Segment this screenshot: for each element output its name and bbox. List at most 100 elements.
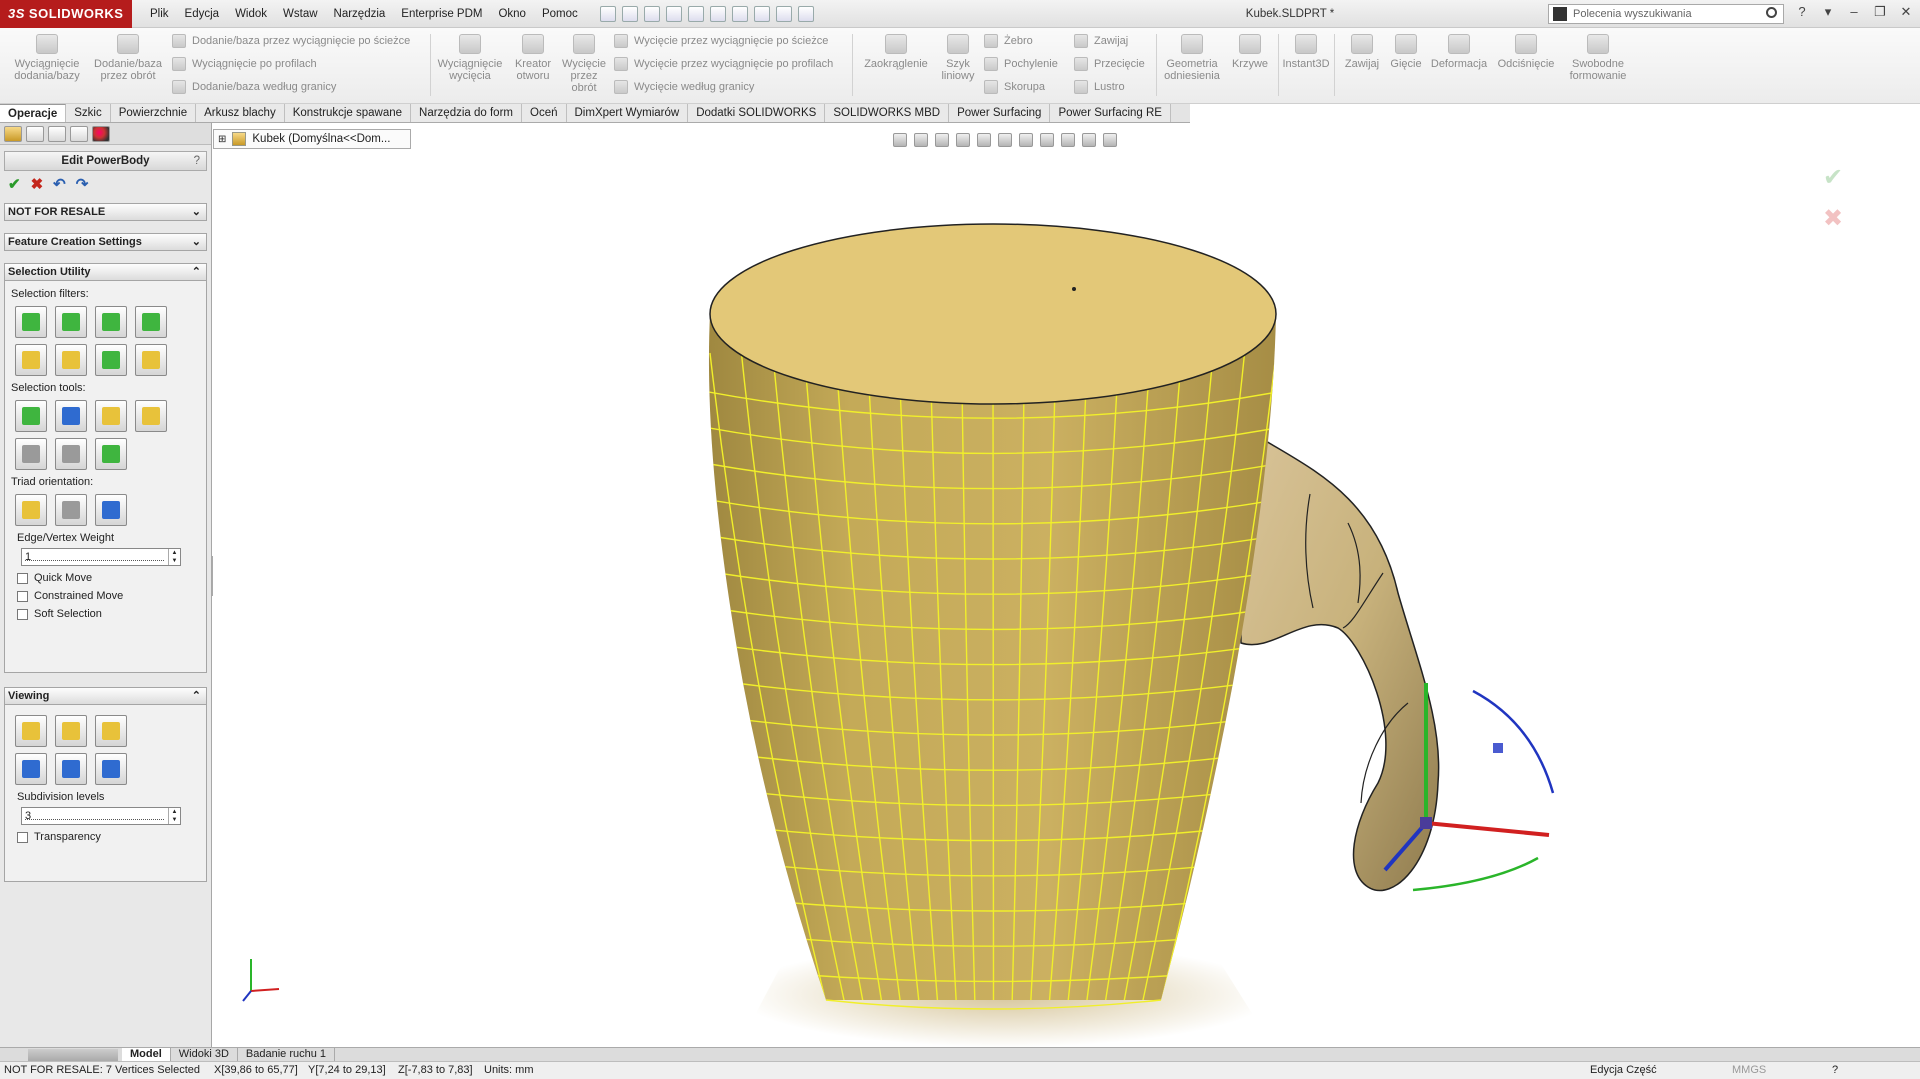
close-icon[interactable]: ✕ — [1898, 4, 1914, 20]
section-view-icon[interactable] — [956, 133, 970, 147]
tab-evaluate[interactable]: Oceń — [522, 104, 567, 122]
open-icon[interactable] — [643, 5, 660, 22]
view-smooth-icon[interactable] — [55, 715, 87, 747]
property-manager-tab-icon[interactable] — [26, 126, 44, 142]
mug-top-face[interactable] — [709, 223, 1277, 405]
configuration-manager-tab-icon[interactable] — [48, 126, 66, 142]
filter-faces-icon[interactable] — [55, 306, 87, 338]
help-icon[interactable]: ? — [194, 152, 200, 170]
flex-button[interactable]: Gięcie — [1386, 28, 1426, 70]
select-down-icon[interactable] — [55, 438, 87, 470]
linear-pattern-button[interactable]: Szyk liniowy — [934, 28, 982, 82]
feature-tree-flyout[interactable]: ⊞ Kubek (Domyślna<<Dom... — [213, 129, 411, 149]
show-control-points-icon[interactable] — [15, 753, 47, 785]
minimize-icon[interactable]: – — [1846, 4, 1862, 20]
tab-weldments[interactable]: Konstrukcje spawane — [284, 104, 412, 122]
expand-icon[interactable]: ⊞ — [218, 134, 226, 145]
select-body-icon[interactable] — [95, 344, 127, 376]
soft-selection-checkbox[interactable]: Soft Selection — [17, 608, 194, 620]
tab-dimxpert[interactable]: DimXpert Wymiarów — [566, 104, 689, 122]
boundary-boss-button[interactable]: Dodanie/baza według granicy — [172, 80, 336, 94]
triad-rotate-ring[interactable] — [1412, 856, 1539, 892]
swept-boss-button[interactable]: Dodanie/baza przez wyciągnięcie po ścież… — [172, 34, 410, 48]
undo-icon[interactable]: ↶ — [53, 177, 66, 193]
triad-view-icon[interactable] — [95, 494, 127, 526]
reference-geometry-button[interactable]: Geometria odniesienia — [1160, 28, 1224, 82]
help-icon[interactable]: ? — [1832, 1062, 1838, 1079]
previous-view-icon[interactable] — [935, 133, 949, 147]
select-faces-icon[interactable] — [95, 438, 127, 470]
tab-motion-study[interactable]: Badanie ruchu 1 — [238, 1048, 336, 1061]
zoom-to-fit-icon[interactable] — [893, 133, 907, 147]
select-all-icon[interactable] — [15, 400, 47, 432]
dimxpert-manager-tab-icon[interactable] — [70, 126, 88, 142]
help-icon[interactable]: ? — [1794, 4, 1810, 20]
print-icon[interactable] — [687, 5, 704, 22]
menu-help[interactable]: Pomoc — [534, 0, 586, 28]
tab-power-surfacing-re[interactable]: Power Surfacing RE — [1050, 104, 1171, 122]
weight-slider-track[interactable] — [25, 560, 164, 563]
confirm-ok-icon[interactable]: ✔ — [1823, 163, 1843, 192]
subdivision-levels-spinner[interactable]: 3 ▲ ▼ — [21, 807, 181, 825]
new-document-icon[interactable] — [621, 5, 638, 22]
tab-navigation-arrows[interactable] — [28, 1048, 118, 1061]
spinner-arrows-icon[interactable]: ▲ ▼ — [168, 549, 180, 565]
revolved-cut-button[interactable]: Wycięcie przez obrót — [560, 28, 608, 94]
triad-local-icon[interactable] — [15, 494, 47, 526]
tab-sketch[interactable]: Szkic — [66, 104, 111, 122]
menu-enterprise-pdm[interactable]: Enterprise PDM — [393, 0, 490, 28]
lofted-boss-button[interactable]: Wyciągnięcie po profilach — [172, 57, 317, 71]
spinner-arrows-icon[interactable]: ▲ ▼ — [168, 808, 180, 824]
revolve-boss-button[interactable]: Dodanie/baza przez obrót — [90, 28, 166, 82]
filter-edges-icon[interactable] — [15, 306, 47, 338]
curves-button[interactable]: Krzywe — [1226, 28, 1274, 70]
search-input[interactable]: Polecenia wyszukiwania — [1548, 4, 1784, 24]
select-loop-icon[interactable] — [15, 344, 47, 376]
constrained-move-checkbox[interactable]: Constrained Move — [17, 590, 194, 602]
chevron-up-icon[interactable]: ⌃ — [192, 264, 201, 280]
filter-vertices-icon[interactable] — [135, 306, 167, 338]
select-up-icon[interactable] — [15, 438, 47, 470]
tab-addins[interactable]: Dodatki SOLIDWORKS — [688, 104, 826, 122]
extruded-cut-button[interactable]: Wyciągnięcie wycięcia — [436, 28, 504, 82]
menu-window[interactable]: Okno — [490, 0, 534, 28]
menu-file[interactable]: Plik — [142, 0, 177, 28]
undo-icon[interactable] — [709, 5, 726, 22]
tab-3d-views[interactable]: Widoki 3D — [171, 1048, 238, 1061]
solidworks-logo[interactable]: 3S SOLIDWORKS — [0, 0, 132, 28]
wrap-button[interactable]: Zawijaj — [1074, 34, 1128, 48]
redo-icon[interactable]: ↷ — [76, 177, 89, 193]
search-icon[interactable] — [1766, 7, 1777, 18]
tab-surfaces[interactable]: Powierzchnie — [110, 104, 197, 122]
extrude-boss-button[interactable]: Wyciągnięcie dodania/bazy — [8, 28, 86, 82]
show-edges-icon[interactable] — [55, 753, 87, 785]
tab-features[interactable]: Operacje — [0, 104, 67, 122]
group-feature-creation-settings[interactable]: Feature Creation Settings ⌄ — [4, 233, 207, 251]
options-icon[interactable] — [797, 5, 814, 22]
status-unit-system[interactable]: MMGS — [1732, 1062, 1766, 1079]
menu-view[interactable]: Widok — [227, 0, 275, 28]
menu-insert[interactable]: Wstaw — [275, 0, 326, 28]
triad-plane-handle[interactable] — [1493, 743, 1503, 753]
lofted-cut-button[interactable]: Wycięcie przez wyciągnięcie po profilach — [614, 57, 833, 71]
group-viewing[interactable]: Viewing ⌃ — [4, 687, 207, 705]
file-properties-icon[interactable] — [775, 5, 792, 22]
filter-lines-icon[interactable] — [95, 306, 127, 338]
shrink-selection-icon[interactable] — [135, 400, 167, 432]
rebuild-icon[interactable] — [753, 5, 770, 22]
shell-button[interactable]: Skorupa — [984, 80, 1045, 94]
draft-button[interactable]: Pochylenie — [984, 57, 1058, 71]
tab-model[interactable]: Model — [122, 1048, 171, 1061]
tab-sheet-metal[interactable]: Arkusz blachy — [196, 104, 285, 122]
show-vertices-icon[interactable] — [95, 753, 127, 785]
save-icon[interactable] — [665, 5, 682, 22]
pin-icon[interactable] — [599, 5, 616, 22]
instant3d-button[interactable]: Instant3D — [1280, 28, 1332, 70]
graphics-area[interactable]: ⊞ Kubek (Domyślna<<Dom... ✔ ✖ — [213, 123, 1920, 1047]
hide-show-items-icon[interactable] — [1040, 133, 1054, 147]
intersect-button[interactable]: Przecięcie — [1074, 57, 1145, 71]
edit-appearance-icon[interactable] — [1061, 133, 1075, 147]
triad-center-handle[interactable] — [1420, 817, 1432, 829]
select-ring-icon[interactable] — [55, 344, 87, 376]
zoom-to-area-icon[interactable] — [914, 133, 928, 147]
